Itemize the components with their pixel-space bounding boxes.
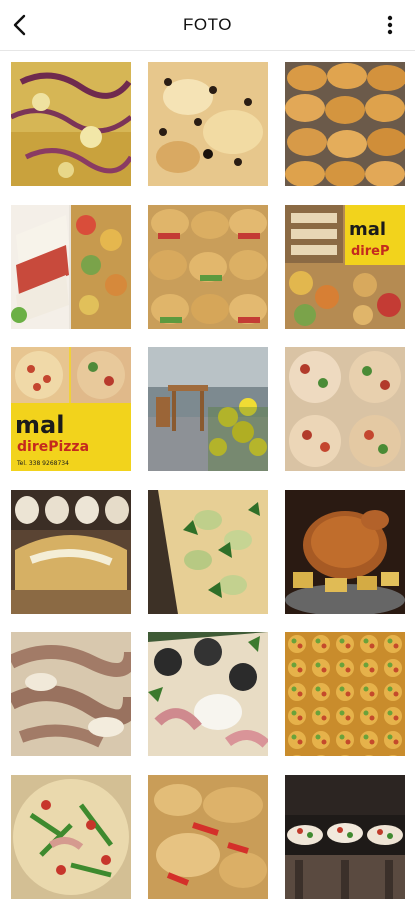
photo-thumbnail[interactable] (11, 205, 131, 329)
svg-text:mal: mal (349, 219, 386, 240)
photo-thumbnail[interactable] (148, 632, 268, 756)
more-options-button[interactable] (373, 8, 407, 42)
svg-text:Tel. 338 9268734: Tel. 338 9268734 (16, 460, 69, 467)
svg-text:direP: direP (351, 244, 390, 259)
photo-thumbnail[interactable] (285, 347, 405, 471)
photo-thumbnail[interactable] (285, 62, 405, 186)
page-title: FOTO (183, 15, 232, 34)
photo-thumbnail[interactable] (148, 347, 268, 471)
photo-thumbnail[interactable] (285, 775, 405, 899)
photo-thumbnail[interactable] (148, 490, 268, 614)
photo-thumbnail[interactable]: mal direPizza Tel. 338 9268734 (11, 347, 131, 471)
photo-thumbnail[interactable] (11, 775, 131, 899)
svg-text:direPizza: direPizza (17, 439, 89, 455)
photo-thumbnail[interactable] (11, 62, 131, 186)
photo-thumbnail[interactable] (285, 632, 405, 756)
photo-thumbnail[interactable] (285, 490, 405, 614)
photo-thumbnail[interactable] (148, 62, 268, 186)
photo-thumbnail[interactable]: mal direP (285, 205, 405, 329)
photo-thumbnail[interactable] (11, 632, 131, 756)
photo-thumbnail[interactable] (11, 490, 131, 614)
svg-text:mal: mal (15, 411, 64, 439)
top-app-bar: FOTO (0, 0, 415, 51)
photo-thumbnail[interactable] (148, 205, 268, 329)
photo-grid: mal direP mal direPizza Tel. 338 9268734 (0, 50, 415, 900)
photo-thumbnail[interactable] (148, 775, 268, 899)
more-vertical-icon (387, 15, 393, 35)
